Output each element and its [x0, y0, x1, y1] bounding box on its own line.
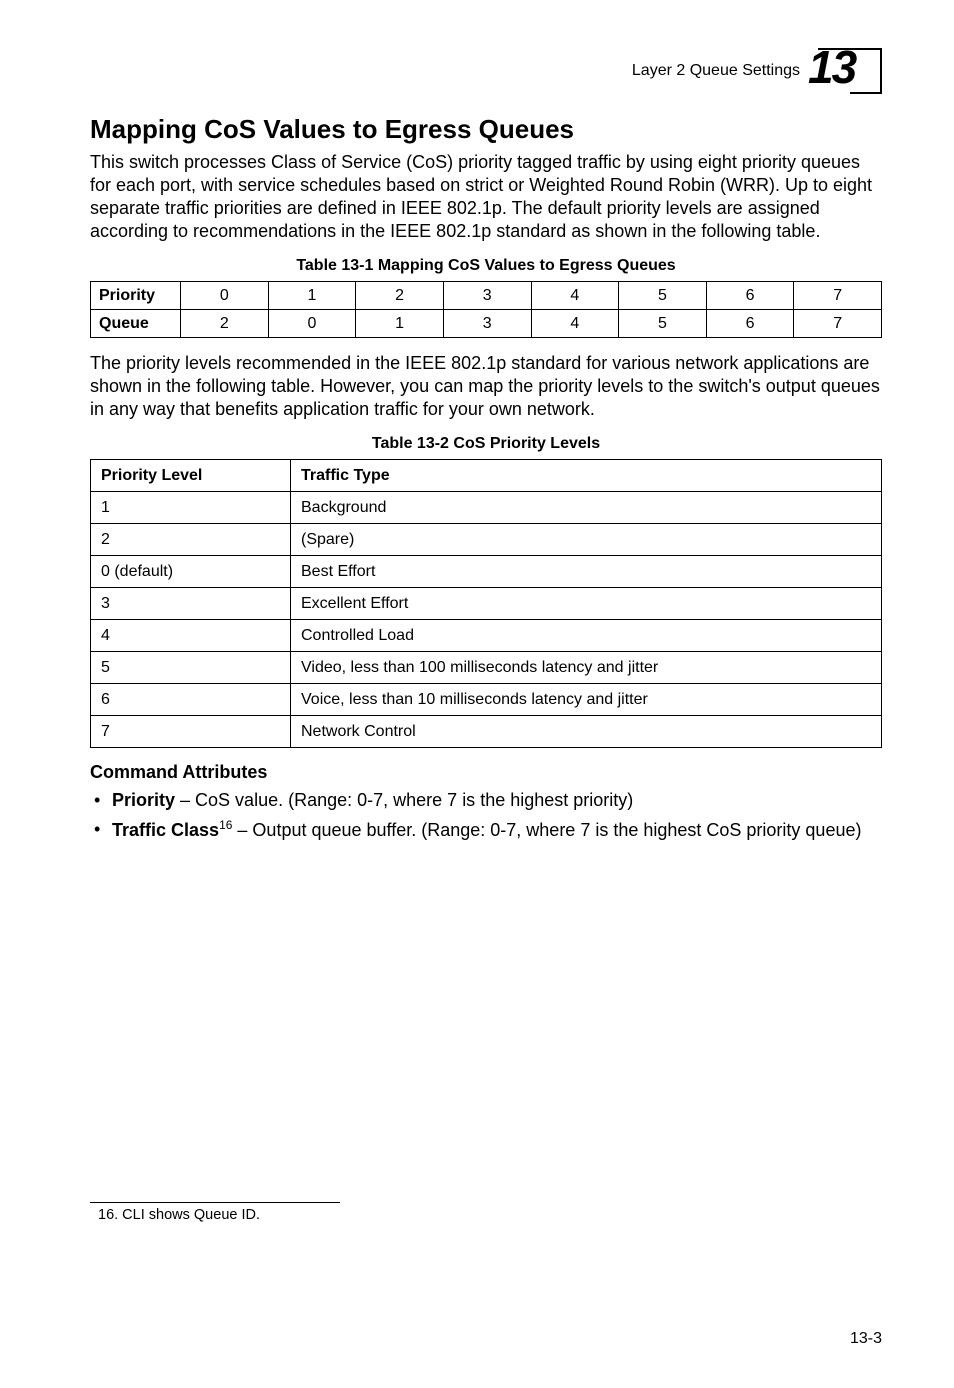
cell: 4	[91, 620, 291, 652]
table-row: Priority 0 1 2 3 4 5 6 7	[91, 282, 882, 310]
table-row: 3Excellent Effort	[91, 588, 882, 620]
cell: 5	[91, 652, 291, 684]
page-number: 13-3	[850, 1330, 882, 1348]
table-row: 4Controlled Load	[91, 620, 882, 652]
cell: 0 (default)	[91, 556, 291, 588]
cell: 2	[91, 524, 291, 556]
footnote-16: 16. CLI shows Queue ID.	[90, 1207, 882, 1223]
cell: 2	[181, 310, 269, 338]
col-header: Priority Level	[91, 460, 291, 492]
paragraph-2: The priority levels recommended in the I…	[90, 352, 882, 421]
cell: 3	[443, 282, 531, 310]
cell: Video, less than 100 milliseconds latenc…	[291, 652, 882, 684]
col-header: Traffic Type	[291, 460, 882, 492]
attr-label: Priority	[112, 790, 175, 810]
cell: 4	[531, 310, 619, 338]
cell: Best Effort	[291, 556, 882, 588]
row-label: Queue	[91, 310, 181, 338]
cell: Excellent Effort	[291, 588, 882, 620]
cell: Network Control	[291, 716, 882, 748]
cell: 2	[356, 282, 444, 310]
table-row: 2(Spare)	[91, 524, 882, 556]
table-row: 6Voice, less than 10 milliseconds latenc…	[91, 684, 882, 716]
attr-text: – CoS value. (Range: 0-7, where 7 is the…	[175, 790, 633, 810]
cell: 7	[794, 310, 882, 338]
table-13-1: Priority 0 1 2 3 4 5 6 7 Queue 2 0 1 3 4…	[90, 281, 882, 338]
table-row: 1Background	[91, 492, 882, 524]
command-attributes-list: Priority – CoS value. (Range: 0-7, where…	[90, 789, 882, 842]
table-13-2-caption: Table 13-2 CoS Priority Levels	[90, 435, 882, 453]
attr-label: Traffic Class	[112, 820, 219, 840]
cell: 0	[181, 282, 269, 310]
cell: Background	[291, 492, 882, 524]
section-heading: Mapping CoS Values to Egress Queues	[90, 114, 882, 145]
cell: 7	[794, 282, 882, 310]
footnote-rule	[90, 1202, 340, 1203]
table-13-1-caption: Table 13-1 Mapping CoS Values to Egress …	[90, 257, 882, 275]
cell: 6	[706, 282, 794, 310]
footnote-ref: 16	[219, 818, 232, 832]
cell: 5	[619, 310, 707, 338]
cell: 1	[356, 310, 444, 338]
table-row: 0 (default)Best Effort	[91, 556, 882, 588]
row-label: Priority	[91, 282, 181, 310]
chapter-number: 13	[808, 40, 855, 94]
cell: Controlled Load	[291, 620, 882, 652]
running-header: Layer 2 Queue Settings 13	[90, 48, 882, 94]
cell: 3	[443, 310, 531, 338]
cell: 1	[268, 282, 356, 310]
cell: Voice, less than 10 milliseconds latency…	[291, 684, 882, 716]
cell: 1	[91, 492, 291, 524]
chapter-badge: 13	[818, 48, 882, 94]
running-header-text: Layer 2 Queue Settings	[632, 62, 800, 80]
list-item: Traffic Class16 – Output queue buffer. (…	[90, 818, 882, 842]
cell: 6	[706, 310, 794, 338]
command-attributes-heading: Command Attributes	[90, 762, 882, 783]
attr-text: – Output queue buffer. (Range: 0-7, wher…	[232, 820, 861, 840]
table-13-2: Priority Level Traffic Type 1Background …	[90, 459, 882, 748]
cell: 3	[91, 588, 291, 620]
cell: 4	[531, 282, 619, 310]
table-row: Queue 2 0 1 3 4 5 6 7	[91, 310, 882, 338]
intro-paragraph: This switch processes Class of Service (…	[90, 151, 882, 243]
table-row: 7Network Control	[91, 716, 882, 748]
cell: 0	[268, 310, 356, 338]
table-row: 5Video, less than 100 milliseconds laten…	[91, 652, 882, 684]
list-item: Priority – CoS value. (Range: 0-7, where…	[90, 789, 882, 812]
cell: 6	[91, 684, 291, 716]
cell: (Spare)	[291, 524, 882, 556]
cell: 7	[91, 716, 291, 748]
table-header-row: Priority Level Traffic Type	[91, 460, 882, 492]
cell: 5	[619, 282, 707, 310]
